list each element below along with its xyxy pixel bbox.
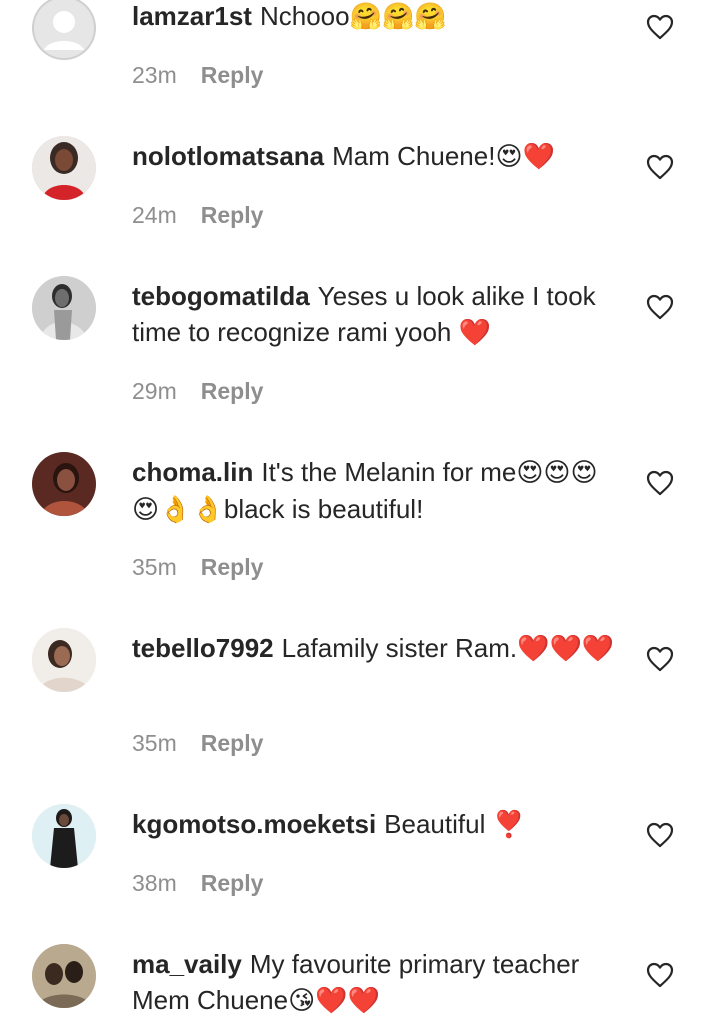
comment-meta: 38m Reply xyxy=(132,868,263,898)
comment-emoji: 🤗🤗🤗 xyxy=(349,2,447,32)
heart-outline-icon[interactable] xyxy=(646,154,674,180)
heart-outline-icon[interactable] xyxy=(646,14,674,40)
comment-timestamp: 35m xyxy=(132,554,177,580)
reply-button[interactable]: Reply xyxy=(201,378,264,404)
comment-body: Mam Chuene! xyxy=(332,141,496,171)
comment-text: choma.lin It's the Melanin for me😍😍😍😍👌👌bl… xyxy=(132,454,622,528)
reply-button[interactable]: Reply xyxy=(201,554,264,580)
comment-username[interactable]: tebogomatilda xyxy=(132,281,310,311)
reply-button[interactable]: Reply xyxy=(201,202,264,228)
comment-emoji: 😘❤️❤️ xyxy=(288,986,380,1016)
comment-emoji: ❤️❤️❤️ xyxy=(517,634,615,664)
avatar[interactable] xyxy=(32,452,96,516)
comment-body: Nchooo xyxy=(259,1,350,31)
reply-button[interactable]: Reply xyxy=(201,62,264,88)
comment-username[interactable]: tebello7992 xyxy=(132,633,274,663)
avatar[interactable] xyxy=(32,136,96,200)
comment-text: kgomotso.moeketsi Beautiful ❣️ xyxy=(132,806,622,843)
comment-meta: 23m Reply xyxy=(132,60,263,90)
comment-body: It's the Melanin for me xyxy=(261,457,517,487)
comment-username[interactable]: lamzar1st xyxy=(132,1,252,31)
comment-text: lamzar1st Nchooo🤗🤗🤗 xyxy=(132,0,622,35)
comment-meta: 35m Reply xyxy=(132,728,263,758)
comment-emoji: ❤️ xyxy=(458,318,491,348)
comment-timestamp: 24m xyxy=(132,202,177,228)
comment-text: tebogomatilda Yeses u look alike I took t… xyxy=(132,278,622,351)
comment-timestamp: 29m xyxy=(132,378,177,404)
comment-text: nolotlomatsana Mam Chuene!😍❤️ xyxy=(132,138,622,175)
profile-photo xyxy=(32,628,96,692)
person-silhouette-icon xyxy=(32,0,96,60)
comment-meta: 35m Reply xyxy=(132,552,263,582)
heart-outline-icon[interactable] xyxy=(646,294,674,320)
avatar[interactable] xyxy=(32,628,96,692)
comment-meta: 24m Reply xyxy=(132,200,263,230)
profile-photo xyxy=(32,136,96,200)
avatar[interactable] xyxy=(32,804,96,868)
comment-emoji: 😍❤️ xyxy=(495,142,555,172)
heart-outline-icon[interactable] xyxy=(646,822,674,848)
heart-outline-icon[interactable] xyxy=(646,646,674,672)
comment-body: Lafamily sister Ram. xyxy=(281,633,518,663)
profile-photo xyxy=(32,804,96,868)
comment-username[interactable]: ma_vaily xyxy=(132,949,242,979)
heart-outline-icon[interactable] xyxy=(646,470,674,496)
comment-username[interactable]: choma.lin xyxy=(132,457,253,487)
comment-text: tebello7992 Lafamily sister Ram.❤️❤️❤️ xyxy=(132,630,622,667)
profile-photo xyxy=(32,276,96,340)
avatar[interactable] xyxy=(32,276,96,340)
comment-meta: 29m Reply xyxy=(132,376,263,406)
comment-emoji: ❣️ xyxy=(492,810,525,840)
comment-timestamp: 23m xyxy=(132,62,177,88)
comment-username[interactable]: nolotlomatsana xyxy=(132,141,324,171)
avatar[interactable] xyxy=(32,944,96,1008)
reply-button[interactable]: Reply xyxy=(201,870,264,896)
heart-outline-icon[interactable] xyxy=(646,962,674,988)
profile-photo xyxy=(32,452,96,516)
profile-photo xyxy=(32,944,96,1008)
reply-button[interactable]: Reply xyxy=(201,730,264,756)
comment-text: ma_vaily My favourite primary teacher Mem… xyxy=(132,946,622,1019)
comment-username[interactable]: kgomotso.moeketsi xyxy=(132,809,376,839)
comment-timestamp: 38m xyxy=(132,870,177,896)
comment-body: Beautiful xyxy=(384,809,486,839)
comment-body-continued: black is beautiful! xyxy=(223,494,424,524)
avatar[interactable] xyxy=(32,0,96,60)
comment-timestamp: 35m xyxy=(132,730,177,756)
